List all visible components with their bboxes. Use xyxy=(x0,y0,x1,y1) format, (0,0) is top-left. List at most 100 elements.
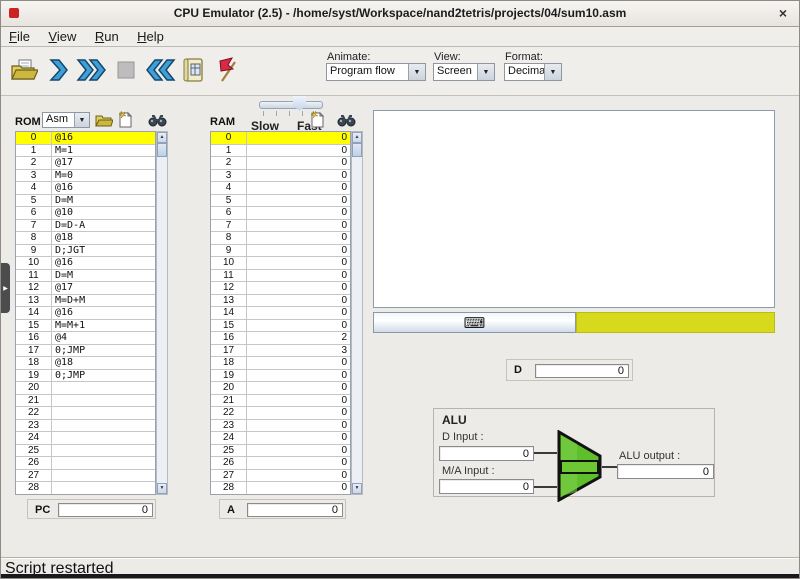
ram-value-cell[interactable]: 0 xyxy=(247,470,350,482)
rom-address-cell[interactable]: 9 xyxy=(16,245,52,257)
ram-address-cell[interactable]: 27 xyxy=(211,470,247,482)
rom-value-cell[interactable]: 0;JMP xyxy=(52,370,155,382)
rom-address-cell[interactable]: 11 xyxy=(16,270,52,282)
rom-value-cell[interactable]: 0;JMP xyxy=(52,345,155,357)
rom-row[interactable]: 0@16 xyxy=(16,132,155,145)
run-button[interactable] xyxy=(75,51,109,89)
ram-value-cell[interactable]: 0 xyxy=(247,257,350,269)
rom-scroll-up-button[interactable]: ▲ xyxy=(157,132,167,143)
ram-value-cell[interactable]: 0 xyxy=(247,157,350,169)
rom-value-cell[interactable]: D=M xyxy=(52,270,155,282)
ram-address-cell[interactable]: 15 xyxy=(211,320,247,332)
format-dropdown-arrow-icon[interactable]: ▼ xyxy=(544,64,561,80)
load-program-button[interactable] xyxy=(7,51,41,89)
animate-select[interactable]: Program flow ▼ xyxy=(326,63,426,81)
ram-row[interactable]: 210 xyxy=(211,395,350,408)
ram-value-cell[interactable]: 0 xyxy=(247,370,350,382)
ram-value-cell[interactable]: 0 xyxy=(247,232,350,244)
rom-value-cell[interactable] xyxy=(52,395,155,407)
ram-row[interactable]: 230 xyxy=(211,420,350,433)
ram-value-cell[interactable]: 0 xyxy=(247,445,350,457)
ram-value-cell[interactable]: 0 xyxy=(247,220,350,232)
ram-value-cell[interactable]: 0 xyxy=(247,170,350,182)
breakpoints-button[interactable] xyxy=(211,51,245,89)
ram-row[interactable]: 90 xyxy=(211,245,350,258)
rom-value-cell[interactable]: M=D+M xyxy=(52,295,155,307)
rom-address-cell[interactable]: 24 xyxy=(16,432,52,444)
rom-address-cell[interactable]: 23 xyxy=(16,420,52,432)
rom-address-cell[interactable]: 6 xyxy=(16,207,52,219)
ram-row[interactable]: 30 xyxy=(211,170,350,183)
rom-row[interactable]: 11D=M xyxy=(16,270,155,283)
rom-value-cell[interactable] xyxy=(52,420,155,432)
ram-row[interactable]: 60 xyxy=(211,207,350,220)
rom-value-cell[interactable]: @17 xyxy=(52,157,155,169)
rom-find-button[interactable] xyxy=(148,113,167,127)
rom-value-cell[interactable]: @17 xyxy=(52,282,155,294)
ram-value-cell[interactable]: 0 xyxy=(247,207,350,219)
ram-address-cell[interactable]: 28 xyxy=(211,482,247,494)
ram-row[interactable]: 150 xyxy=(211,320,350,333)
ram-row[interactable]: 110 xyxy=(211,270,350,283)
ram-row[interactable]: 200 xyxy=(211,382,350,395)
rom-row[interactable]: 18@18 xyxy=(16,357,155,370)
rom-value-cell[interactable] xyxy=(52,482,155,494)
pc-value-field[interactable]: 0 xyxy=(58,503,153,517)
ram-address-cell[interactable]: 14 xyxy=(211,307,247,319)
rom-value-cell[interactable]: @18 xyxy=(52,357,155,369)
rom-value-cell[interactable]: D;JGT xyxy=(52,245,155,257)
ram-address-cell[interactable]: 13 xyxy=(211,295,247,307)
rom-scrollbar[interactable]: ▲ ▼ xyxy=(156,131,168,495)
ram-row[interactable]: 250 xyxy=(211,445,350,458)
ram-row[interactable]: 180 xyxy=(211,357,350,370)
ram-row[interactable]: 50 xyxy=(211,195,350,208)
single-step-button[interactable] xyxy=(41,51,75,89)
ram-address-cell[interactable]: 4 xyxy=(211,182,247,194)
ram-value-cell[interactable]: 0 xyxy=(247,132,350,144)
rom-address-cell[interactable]: 0 xyxy=(16,132,52,144)
rom-row[interactable]: 2@17 xyxy=(16,157,155,170)
rom-row[interactable]: 5D=M xyxy=(16,195,155,208)
ram-address-cell[interactable]: 7 xyxy=(211,220,247,232)
rom-address-cell[interactable]: 26 xyxy=(16,457,52,469)
ram-row[interactable]: 00 xyxy=(211,132,350,145)
rom-value-cell[interactable]: @16 xyxy=(52,307,155,319)
rom-address-cell[interactable]: 16 xyxy=(16,332,52,344)
ram-value-cell[interactable]: 3 xyxy=(247,345,350,357)
rom-address-cell[interactable]: 22 xyxy=(16,407,52,419)
ram-address-cell[interactable]: 1 xyxy=(211,145,247,157)
rom-address-cell[interactable]: 4 xyxy=(16,182,52,194)
ram-scroll-up-button[interactable]: ▲ xyxy=(352,132,362,143)
ram-value-cell[interactable]: 0 xyxy=(247,395,350,407)
ram-row[interactable]: 10 xyxy=(211,145,350,158)
animate-dropdown-arrow-icon[interactable]: ▼ xyxy=(408,64,425,80)
rom-address-cell[interactable]: 12 xyxy=(16,282,52,294)
rom-address-cell[interactable]: 17 xyxy=(16,345,52,357)
rom-address-cell[interactable]: 21 xyxy=(16,395,52,407)
ram-address-cell[interactable]: 2 xyxy=(211,157,247,169)
rom-address-cell[interactable]: 28 xyxy=(16,482,52,494)
ram-address-cell[interactable]: 25 xyxy=(211,445,247,457)
ram-address-cell[interactable]: 5 xyxy=(211,195,247,207)
keyboard-button[interactable]: ⌨ xyxy=(373,312,576,333)
ram-value-cell[interactable]: 0 xyxy=(247,382,350,394)
rom-value-cell[interactable] xyxy=(52,445,155,457)
ram-value-cell[interactable]: 0 xyxy=(247,320,350,332)
reset-button[interactable] xyxy=(143,51,177,89)
a-register-value-field[interactable]: 0 xyxy=(247,503,343,517)
rom-row[interactable]: 21 xyxy=(16,395,155,408)
menu-run[interactable]: Run xyxy=(95,29,119,44)
ram-value-cell[interactable]: 0 xyxy=(247,295,350,307)
ram-address-cell[interactable]: 8 xyxy=(211,232,247,244)
ram-address-cell[interactable]: 0 xyxy=(211,132,247,144)
ram-address-cell[interactable]: 20 xyxy=(211,382,247,394)
rom-row[interactable]: 10@16 xyxy=(16,257,155,270)
rom-address-cell[interactable]: 8 xyxy=(16,232,52,244)
rom-value-cell[interactable] xyxy=(52,432,155,444)
rom-address-cell[interactable]: 13 xyxy=(16,295,52,307)
rom-address-cell[interactable]: 18 xyxy=(16,357,52,369)
ram-row[interactable]: 260 xyxy=(211,457,350,470)
ram-address-cell[interactable]: 9 xyxy=(211,245,247,257)
ram-row[interactable]: 190 xyxy=(211,370,350,383)
ram-scrollbar-thumb[interactable] xyxy=(352,143,362,157)
